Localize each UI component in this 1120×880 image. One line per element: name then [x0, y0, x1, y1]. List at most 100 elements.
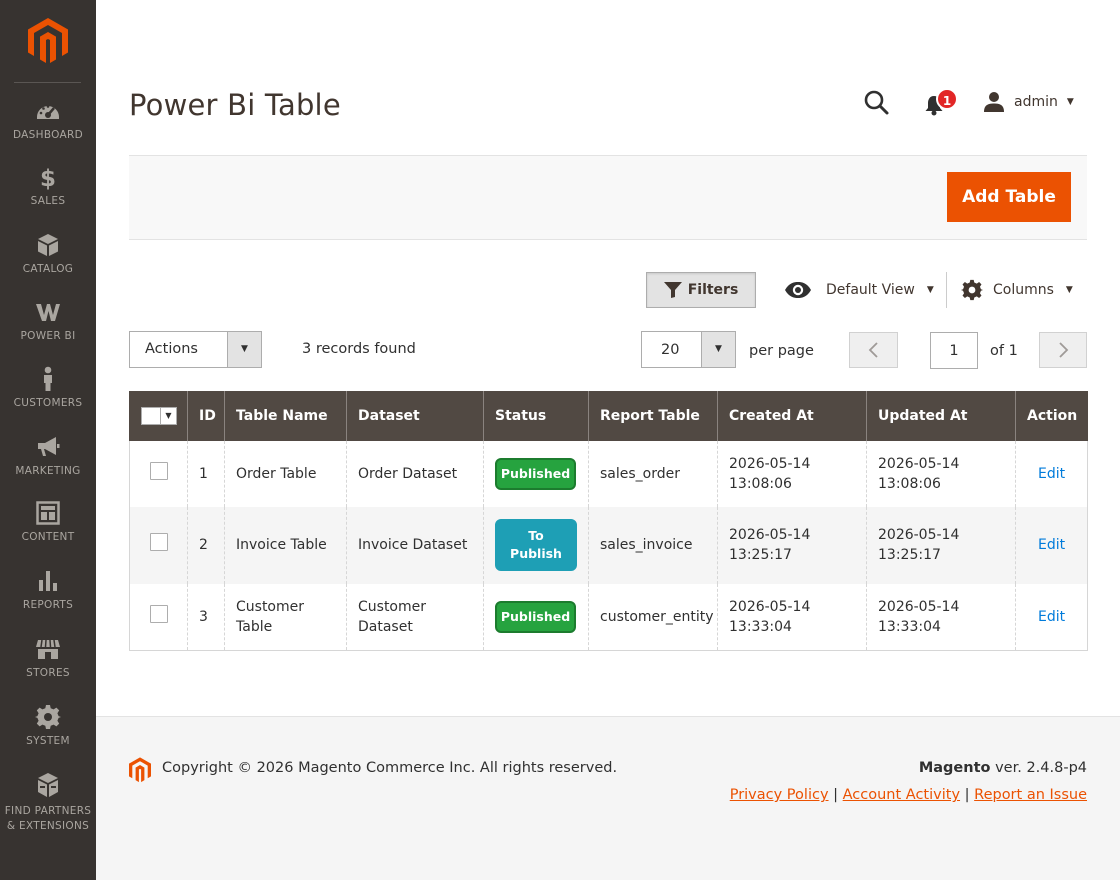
column-header-report-table[interactable]: Report Table — [588, 391, 718, 441]
power-bi-table-grid: ▼ ID Table Name Dataset Status Report Ta… — [129, 391, 1088, 651]
created-date: 2026-05-14 — [729, 598, 811, 615]
toolbar-divider — [946, 272, 947, 308]
per-page-select[interactable]: 20 ▼ — [641, 331, 736, 368]
filter-icon — [663, 282, 682, 298]
updated-at-cell: 2026-05-14 13:33:04 — [866, 583, 1016, 651]
sidebar-item-content[interactable]: CONTENT — [0, 500, 96, 564]
status-badge: To Publish — [495, 519, 577, 571]
table-row: 2 Invoice Table Invoice Dataset To Publi… — [129, 506, 1088, 584]
row-checkbox[interactable] — [150, 533, 168, 551]
version-info: Magento ver. 2.4.8-p4 — [919, 760, 1087, 776]
sidebar-item-label: FIND PARTNERS & EXTENSIONS — [4, 805, 92, 832]
columns-button[interactable]: Columns ▼ — [961, 278, 1073, 302]
table-row: 3 Customer Table Customer Dataset Publis… — [129, 583, 1088, 651]
table-name-cell: Order Table — [224, 440, 347, 507]
page-title: Power Bi Table — [129, 88, 341, 122]
sidebar-item-label: POWER BI — [20, 330, 76, 342]
status-cell: To Publish — [483, 506, 589, 584]
row-select-cell — [129, 583, 188, 651]
sidebar-item-label: MARKETING — [15, 465, 81, 477]
updated-time: 13:33:04 — [878, 618, 941, 635]
chevron-down-icon: ▼ — [160, 408, 176, 425]
edit-link[interactable]: Edit — [1038, 537, 1065, 553]
dataset-cell: Invoice Dataset — [346, 506, 484, 584]
created-time: 13:33:04 — [729, 618, 792, 635]
updated-date: 2026-05-14 — [878, 455, 960, 472]
report-table-cell: sales_order — [588, 440, 718, 507]
sidebar-item-label: STORES — [26, 667, 70, 679]
column-header-table-name[interactable]: Table Name — [224, 391, 347, 441]
page-actions-bar — [129, 155, 1087, 240]
brand-name: Magento — [918, 760, 991, 776]
logo-divider — [14, 82, 81, 83]
page-footer: Copyright © 2026 Magento Commerce Inc. A… — [96, 716, 1120, 880]
person-icon — [44, 366, 52, 391]
report-issue-link[interactable]: Report an Issue — [974, 787, 1087, 803]
sidebar-item-stores[interactable]: STORES — [0, 636, 96, 700]
updated-time: 13:25:17 — [878, 547, 941, 563]
created-at-cell: 2026-05-14 13:08:06 — [717, 440, 867, 507]
column-header-updated-at[interactable]: Updated At — [866, 391, 1016, 441]
column-header-created-at[interactable]: Created At — [717, 391, 867, 441]
current-page-input[interactable] — [930, 332, 978, 369]
mass-select-checkbox[interactable]: ▼ — [141, 407, 177, 426]
sidebar-item-find-partners[interactable]: FIND PARTNERS & EXTENSIONS — [0, 772, 96, 842]
sidebar-item-customers[interactable]: CUSTOMERS — [0, 366, 96, 430]
chevron-down-icon: ▼ — [926, 285, 934, 295]
add-table-button[interactable]: Add Table — [947, 172, 1071, 222]
table-name-cell: Invoice Table — [224, 506, 347, 584]
view-switcher[interactable]: Default View ▼ — [784, 278, 934, 302]
admin-sidebar: DASHBOARD $ SALES CATALOG POWER BI CUSTO… — [0, 0, 96, 880]
chevron-down-icon: ▼ — [227, 332, 261, 367]
created-at-cell: 2026-05-14 13:25:17 — [717, 506, 867, 584]
column-header-dataset[interactable]: Dataset — [346, 391, 484, 441]
next-page-button[interactable] — [1039, 332, 1087, 368]
id-cell: 1 — [187, 440, 225, 507]
sidebar-item-marketing[interactable]: MARKETING — [0, 434, 96, 498]
account-activity-link[interactable]: Account Activity — [843, 787, 960, 803]
user-icon — [984, 92, 1004, 112]
footer-links: Privacy Policy | Account Activity | Repo… — [730, 787, 1087, 803]
dashboard-icon — [37, 105, 59, 119]
link-separator: | — [833, 787, 843, 803]
sidebar-item-label: CONTENT — [21, 531, 75, 543]
column-header-status[interactable]: Status — [483, 391, 589, 441]
sidebar-item-sales[interactable]: $ SALES — [0, 164, 96, 228]
id-cell: 2 — [187, 506, 225, 584]
admin-user-menu[interactable]: admin ▼ — [983, 90, 1074, 114]
mass-actions-label: Actions — [145, 341, 198, 357]
total-pages-label: of 1 — [990, 343, 1018, 359]
megaphone-icon — [38, 437, 60, 456]
created-date: 2026-05-14 — [729, 527, 811, 543]
sidebar-item-label: REPORTS — [22, 599, 74, 611]
box-icon — [38, 773, 58, 797]
sidebar-item-reports[interactable]: REPORTS — [0, 568, 96, 632]
link-separator: | — [964, 787, 975, 803]
mass-actions-dropdown[interactable]: Actions ▼ — [129, 331, 262, 368]
filters-button[interactable]: Filters — [646, 272, 756, 308]
edit-link[interactable]: Edit — [1038, 466, 1065, 482]
sidebar-item-dashboard[interactable]: DASHBOARD — [0, 98, 96, 162]
magento-logo[interactable] — [28, 18, 68, 64]
column-header-id[interactable]: ID — [187, 391, 225, 441]
previous-page-button[interactable] — [849, 332, 898, 368]
notifications-count-badge: 1 — [936, 88, 958, 110]
chevron-down-icon: ▼ — [1065, 285, 1073, 295]
created-time: 13:08:06 — [729, 475, 792, 492]
edit-link[interactable]: Edit — [1038, 609, 1065, 625]
row-checkbox[interactable] — [150, 604, 168, 623]
dataset-cell: Customer Dataset — [346, 583, 484, 651]
created-time: 13:25:17 — [729, 547, 792, 563]
global-search-button[interactable] — [862, 89, 890, 117]
sidebar-item-power-bi[interactable]: POWER BI — [0, 299, 96, 363]
privacy-policy-link[interactable]: Privacy Policy — [730, 787, 829, 803]
sidebar-item-catalog[interactable]: CATALOG — [0, 232, 96, 296]
updated-date: 2026-05-14 — [878, 598, 960, 615]
sidebar-item-system[interactable]: SYSTEM — [0, 704, 96, 768]
copyright-text: Copyright © 2026 Magento Commerce Inc. A… — [162, 760, 618, 776]
eye-icon — [785, 282, 811, 298]
notifications-button[interactable]: 1 — [920, 88, 964, 118]
row-checkbox[interactable] — [150, 461, 168, 480]
power-bi-icon — [36, 304, 60, 321]
action-cell: Edit — [1015, 506, 1088, 584]
